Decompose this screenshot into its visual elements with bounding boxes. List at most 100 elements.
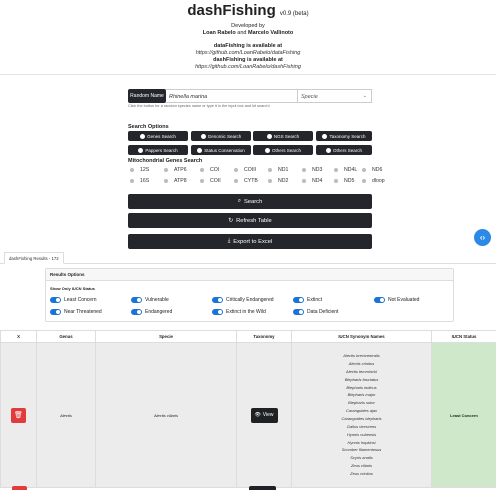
cell-iucn-status: Least Concern [432,343,496,488]
gene-checkbox-coii[interactable]: COII [200,178,221,184]
checkbox-icon [234,179,238,183]
option-others-search-2[interactable]: Others Search [316,145,372,155]
checkbox-icon [334,179,338,183]
synonym-item: Hynnis cubensis [292,431,431,439]
option-pappers-search[interactable]: Pappers Search [128,145,188,155]
option-label: Others Search [272,148,301,153]
random-hint: Click the button for a random species na… [128,104,270,108]
gene-checkbox-nd1[interactable]: ND1 [268,167,288,173]
switch-critically-endangered[interactable]: Critically Endangered [212,297,274,303]
link-datafishing[interactable]: https://github.com/LoanRabelo/dataFishin… [0,50,496,57]
gene-checkbox-nd6[interactable]: ND6 [362,167,382,173]
gene-label: ATP8 [174,178,187,184]
check-circle-icon [138,148,143,153]
view-label: View [263,412,274,418]
option-ngs-search[interactable]: NGS Search [253,131,313,141]
cell-synonyms: Alectis breviventralisAlectis crinitusAl… [292,343,432,488]
search-icon: ⌕ [238,198,241,205]
availability-2: dashFishing is available at [213,57,283,63]
switch-label: Endangered [145,309,172,315]
switch-not-evaluated[interactable]: Not Evaluated [374,297,419,303]
gene-label: ATP6 [174,167,187,173]
gene-label: ND1 [278,167,288,173]
gene-checkbox-nd2[interactable]: ND2 [268,178,288,184]
col-header-synonyms: IUCN Synonym Names [292,331,432,343]
search-options-title: Search Options [128,124,169,130]
developed-by: Developed by [0,23,496,30]
switch-least-concern[interactable]: Least Concern [50,297,97,303]
toggle-sidebar-button[interactable]: ‹› [474,229,491,246]
gene-checkbox-coiii[interactable]: COIII [234,167,256,173]
search-label: Search [244,199,262,205]
toggle-icon [50,309,61,315]
option-status-conservation[interactable]: Status Conservation [191,145,251,155]
switch-extinct-in-the-wild[interactable]: Extinct in the Wild [212,309,266,315]
option-genes-search[interactable]: Genes Search [128,131,188,141]
synonym-item: Gallus virescens [292,423,431,431]
view-taxonomy-button[interactable]: 👁View [251,408,278,423]
title-text: dashFishing [187,2,275,19]
synonym-item: Blepharis sutor [292,399,431,407]
gene-checkbox-nd4[interactable]: ND4 [302,178,322,184]
random-name-row: Random Name Rhinella marina Specie ⌄ [128,89,372,103]
checkbox-icon [164,179,168,183]
select-value: Specie [301,94,318,100]
toggle-icon [212,309,223,315]
tab-bar: dashFishing Results - 172 [0,252,496,264]
checkbox-icon [362,168,366,172]
toggle-icon [131,297,142,303]
gene-checkbox-12s[interactable]: 12S [130,167,149,173]
search-type-select[interactable]: Specie ⌄ [298,89,372,103]
gene-label: COII [210,178,221,184]
refresh-table-button[interactable]: ↻Refresh Table [128,213,372,228]
author-a: Loan Rabelo [203,30,236,36]
option-label: Status Conservation [204,148,245,153]
gene-checkbox-16s[interactable]: 16S [130,178,149,184]
random-name-button[interactable]: Random Name [128,89,166,103]
switch-data-deficient[interactable]: Data Deficient [293,309,338,315]
gene-label: ND6 [372,167,382,173]
gene-checkbox-nd4l[interactable]: ND4L [334,167,357,173]
switch-endangered[interactable]: Endangered [131,309,172,315]
gene-checkbox-nd3[interactable]: ND3 [302,167,322,173]
checkbox-icon [302,168,306,172]
check-circle-icon [140,134,145,139]
synonym-item: Scomber filamentosus [292,446,431,454]
gene-label: ND2 [278,178,288,184]
option-taxonomy-search[interactable]: Taxonomy Search [316,131,372,141]
link-dashfishing[interactable]: https://github.com/LoanRabelo/dashFishin… [0,64,496,71]
col-header-taxonomy: Taxonomy [237,331,292,343]
delete-button-next[interactable] [12,486,27,490]
switch-vulnerable[interactable]: Vulnerable [131,297,169,303]
table-row: 🗑 Alectis Alectis ciliaris 👁View Alectis… [1,343,496,488]
authors-and: and [237,30,246,36]
species-input[interactable]: Rhinella marina [166,89,298,103]
toggle-icon [374,297,385,303]
gene-label: COI [210,167,219,173]
synonym-item: Blepharis fasciatus [292,376,431,384]
option-genomic-search[interactable]: Genomic Search [191,131,251,141]
synonym-item: Alectis breviventralis [292,352,431,360]
cell-taxonomy: 👁View [237,343,292,488]
gene-checkbox-nd5[interactable]: ND5 [334,178,354,184]
search-button[interactable]: ⌕Search [128,194,372,209]
gene-checkbox-atp8[interactable]: ATP8 [164,178,187,184]
switch-near-threatened[interactable]: Near Threatened [50,309,102,315]
cell-specie: Alectis ciliaris [96,343,237,488]
results-table: X Genus Specie Taxonomy IUCN Synonym Nam… [0,330,496,488]
chevron-down-icon: ⌄ [363,93,367,99]
app-header: dashFishing v0.9 (beta) Developed by Loa… [0,0,496,71]
gene-checkbox-cytb[interactable]: CYTB [234,178,258,184]
mito-title: Mitochondrial Genes Search [128,158,202,164]
cell-delete: 🗑 [1,343,37,488]
eye-icon: 👁 [254,412,260,418]
gene-checkbox-atp6[interactable]: ATP6 [164,167,187,173]
delete-button[interactable]: 🗑 [11,408,26,423]
option-others-search-1[interactable]: Others Search [253,145,313,155]
gene-checkbox-dloop[interactable]: dloop [362,178,385,184]
tab-results[interactable]: dashFishing Results - 172 [4,252,64,264]
export-excel-button[interactable]: ⤓Export to Excel [128,234,372,249]
switch-extinct[interactable]: Extinct [293,297,322,303]
view-taxonomy-button-next[interactable] [249,486,276,490]
gene-checkbox-coi[interactable]: COI [200,167,219,173]
